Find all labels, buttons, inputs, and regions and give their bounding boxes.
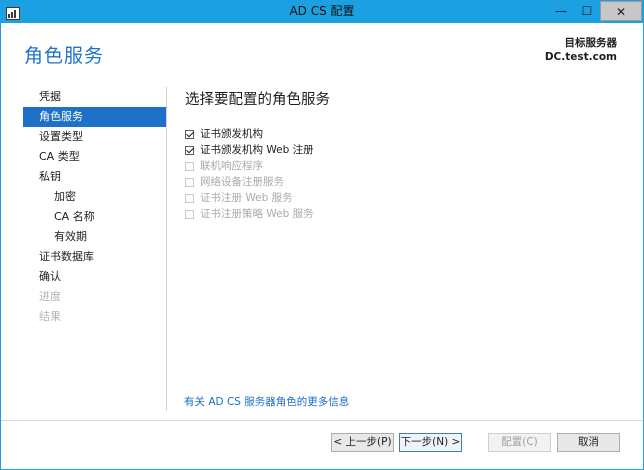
role-checkbox-row[interactable]: 证书颁发机构 Web 注册 bbox=[185, 142, 314, 158]
close-icon[interactable]: ✕ bbox=[600, 1, 642, 21]
role-checkbox-row: 网络设备注册服务 bbox=[185, 174, 314, 190]
role-label: 证书颁发机构 bbox=[200, 128, 263, 140]
role-label: 网络设备注册服务 bbox=[200, 176, 284, 188]
nav-item[interactable]: CA 名称 bbox=[23, 207, 166, 227]
role-label: 联机响应程序 bbox=[200, 160, 263, 172]
cancel-button[interactable]: 取消 bbox=[557, 433, 620, 452]
nav-item[interactable]: 加密 bbox=[23, 187, 166, 207]
checkbox-checked-icon[interactable] bbox=[185, 129, 194, 139]
maximize-icon[interactable]: ☐ bbox=[574, 1, 600, 21]
previous-button[interactable]: < 上一步(P) bbox=[331, 433, 394, 452]
more-info-link[interactable]: 有关 AD CS 服务器角色的更多信息 bbox=[184, 394, 349, 409]
page-title: 角色服务 bbox=[24, 45, 105, 67]
checkbox-icon bbox=[185, 209, 194, 219]
footer-divider bbox=[1, 420, 643, 421]
next-button[interactable]: 下一步(N) > bbox=[399, 433, 462, 452]
role-services-list: 证书颁发机构证书颁发机构 Web 注册 联机响应程序网络设备注册服务 证书注册 We… bbox=[185, 126, 314, 222]
nav-item[interactable]: CA 类型 bbox=[23, 147, 166, 167]
destination-server-label: 目标服务器 bbox=[564, 37, 618, 49]
role-label: 证书注册 Web 服务 bbox=[200, 192, 293, 204]
destination-server-value: DC.test.com bbox=[544, 51, 617, 63]
minimize-icon[interactable]: — bbox=[548, 1, 574, 21]
checkbox-icon bbox=[185, 193, 194, 203]
role-checkbox-row: 证书注册策略 Web 服务 bbox=[185, 206, 314, 222]
wizard-window: AD CS 配置 — ☐ ✕ 角色服务 目标服务器 DC.test.com 凭据… bbox=[0, 0, 644, 470]
role-label: 证书注册策略 Web 服务 bbox=[200, 208, 314, 220]
checkbox-icon bbox=[185, 177, 194, 187]
nav-item[interactable]: 有效期 bbox=[23, 227, 166, 247]
role-checkbox-row[interactable]: 证书颁发机构 bbox=[185, 126, 314, 142]
nav-item[interactable]: 私钥 bbox=[23, 167, 166, 187]
nav-item[interactable]: 确认 bbox=[23, 267, 166, 287]
wizard-nav: 凭据 角色服务 设置类型 CA 类型 私钥 加密 CA 名称 有效期 证书数据库 确认进度结果 bbox=[23, 87, 166, 327]
role-label: 证书颁发机构 Web 注册 bbox=[200, 144, 314, 156]
nav-item[interactable]: 设置类型 bbox=[23, 127, 166, 147]
nav-item: 进度 bbox=[39, 290, 61, 303]
role-checkbox-row: 证书注册 Web 服务 bbox=[185, 190, 314, 206]
checkbox-icon bbox=[185, 161, 194, 171]
window-title: AD CS 配置 bbox=[289, 4, 355, 18]
nav-item[interactable]: 凭据 bbox=[23, 87, 166, 107]
nav-item[interactable]: 角色服务 bbox=[23, 107, 166, 127]
nav-item: 结果 bbox=[39, 310, 61, 323]
configure-button[interactable]: 配置(C) bbox=[488, 433, 551, 452]
checkbox-checked-icon[interactable] bbox=[185, 145, 194, 155]
role-checkbox-row: 联机响应程序 bbox=[185, 158, 314, 174]
nav-item[interactable]: 证书数据库 bbox=[23, 247, 166, 267]
title-bar[interactable]: AD CS 配置 — ☐ ✕ bbox=[1, 1, 643, 23]
nav-divider bbox=[166, 87, 167, 411]
section-title: 选择要配置的角色服务 bbox=[185, 92, 330, 108]
